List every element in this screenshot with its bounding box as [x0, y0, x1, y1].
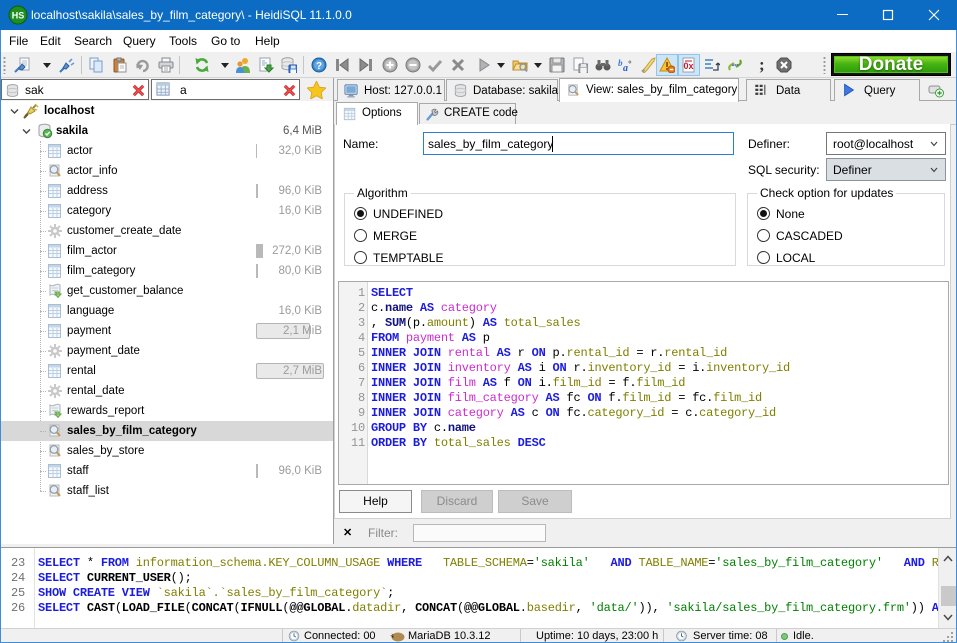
svg-text:HS: HS: [12, 11, 25, 21]
svg-text:0x: 0x: [683, 61, 693, 71]
svg-text:?: ?: [316, 61, 322, 72]
svg-text:a: a: [623, 63, 628, 73]
